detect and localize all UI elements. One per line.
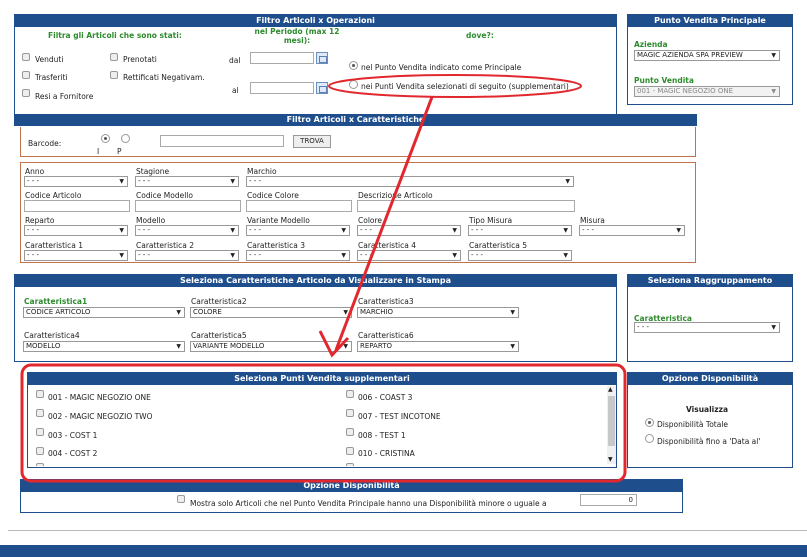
annotation-arrow-head — [318, 330, 350, 358]
annotation-overlay — [20, 74, 627, 483]
annotation-ellipse — [328, 74, 582, 98]
annotation-arrow-line — [334, 96, 434, 351]
annotation-rect — [20, 363, 627, 483]
